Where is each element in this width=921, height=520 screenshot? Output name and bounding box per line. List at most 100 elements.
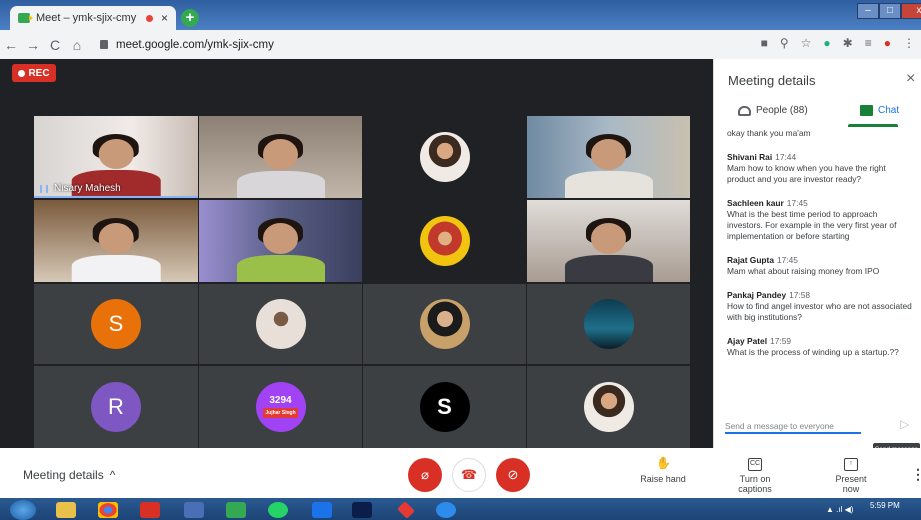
classroom-icon[interactable]	[226, 502, 246, 518]
system-tray[interactable]: ▲ .ıl ◀)	[826, 505, 853, 514]
participant-initial-avatar: R	[91, 382, 141, 432]
participant-tile-video[interactable]	[527, 200, 690, 282]
captions-button[interactable]: CC Turn on captions	[722, 458, 788, 494]
participant-initial-avatar: S	[419, 382, 470, 432]
bookmark-star-icon[interactable]: ☆	[801, 36, 812, 50]
edge-icon[interactable]	[436, 502, 456, 518]
window-close-button[interactable]: x	[901, 3, 921, 19]
hotstar-icon[interactable]	[352, 502, 372, 518]
mic-off-icon: ⌀	[421, 467, 429, 482]
raise-hand-label: Raise hand	[640, 474, 686, 484]
app-f-icon[interactable]	[184, 502, 204, 518]
taskbar-clock[interactable]: 5:59 PM	[870, 501, 900, 510]
chat-message-list[interactable]: okay thank you ma'am Shivani Rai 17:44 Ma…	[727, 128, 913, 398]
badge-number: 3294	[269, 395, 292, 406]
profile-avatar[interactable]: ●	[884, 36, 891, 50]
present-now-button[interactable]: ↑ Present now	[826, 458, 876, 494]
participant-tile-avatar[interactable]: S	[363, 366, 526, 448]
maximize-button[interactable]: □	[879, 3, 901, 19]
active-tab-indicator	[848, 124, 898, 127]
participant-tile-video[interactable]	[34, 200, 198, 282]
extension-icon[interactable]: ●	[823, 36, 830, 50]
participant-photo	[583, 299, 634, 349]
os-taskbar	[0, 498, 921, 520]
camera-off-icon: ⊘	[507, 467, 519, 482]
puzzle-icon[interactable]: ✱	[843, 36, 853, 50]
chat-message-text: What is the process of winding up a star…	[727, 347, 899, 357]
participant-badge-avatar: 3294 Jujhar Singh	[255, 382, 306, 432]
address-bar: ← → C ⌂ meet.google.com/ymk-sjix-cmy ■ ⚲…	[0, 30, 921, 59]
chat-sender: Pankaj Pandey	[727, 290, 787, 300]
camera-icon[interactable]: ■	[761, 36, 768, 50]
participant-tile-video[interactable]	[199, 200, 362, 282]
zoom-app-icon[interactable]	[312, 502, 332, 518]
hang-up-icon: ☎	[460, 467, 478, 482]
captions-label: Turn on captions	[738, 474, 772, 494]
reload-button[interactable]: C	[44, 37, 66, 53]
rec-dot-icon	[18, 69, 26, 77]
tab-close-button[interactable]: ×	[161, 11, 168, 25]
send-icon[interactable]: ▷	[900, 417, 909, 431]
more-options-button[interactable]: ⋮	[911, 466, 921, 483]
browser-toolbar: ■ ⚲ ☆ ● ✱ ≡ ● ⋮	[761, 36, 915, 50]
panel-close-button[interactable]: ×	[906, 70, 915, 88]
meet-favicon-icon	[18, 13, 33, 23]
participant-photo	[419, 216, 470, 266]
url-text: meet.google.com/ymk-sjix-cmy	[116, 38, 274, 51]
leave-call-button[interactable]: ☎	[452, 458, 486, 492]
participant-tile-avatar[interactable]: S	[34, 284, 198, 364]
playlist-icon[interactable]: ≡	[865, 36, 872, 50]
panel-title: Meeting details	[728, 73, 816, 88]
participant-tile-video[interactable]	[527, 116, 690, 198]
minimize-button[interactable]: –	[857, 3, 879, 19]
present-icon: ↑	[844, 458, 858, 471]
participant-tile-video[interactable]	[199, 116, 362, 198]
participant-tile-photo[interactable]	[527, 284, 690, 364]
url-field[interactable]: meet.google.com/ymk-sjix-cmy	[100, 39, 274, 51]
lock-icon	[100, 40, 108, 49]
participant-photo	[255, 299, 306, 349]
participant-tile-avatar[interactable]: R	[34, 366, 198, 448]
whatsapp-icon[interactable]	[268, 502, 288, 518]
chat-icon	[860, 105, 873, 116]
people-icon	[738, 105, 751, 116]
zoom-icon[interactable]: ⚲	[780, 36, 789, 50]
camera-off-button[interactable]: ⊘	[496, 458, 530, 492]
new-tab-button[interactable]: +	[181, 9, 199, 27]
participant-tile-photo[interactable]	[527, 366, 690, 448]
participant-tile-photo[interactable]	[363, 284, 526, 364]
chat-sender: Shivani Rai	[727, 152, 773, 162]
rec-badge: REC	[12, 64, 56, 82]
raise-hand-button[interactable]: ✋ Raise hand	[640, 457, 686, 484]
chat-sender: Ajay Patel	[727, 336, 768, 346]
speaker-name-label: Nisary Mahesh	[40, 183, 121, 194]
mic-off-button[interactable]: ⌀	[408, 458, 442, 492]
meeting-details-label: Meeting details	[23, 468, 104, 482]
chat-time: 17:45	[786, 198, 808, 208]
chat-message: Ajay Patel 17:59 What is the process of w…	[727, 336, 913, 358]
tab-people[interactable]: People (88)	[738, 105, 808, 116]
participant-tile-avatar[interactable]: 3294 Jujhar Singh	[199, 366, 362, 448]
meeting-details-button[interactable]: Meeting details ^	[23, 468, 115, 482]
participant-tile-photo[interactable]	[363, 200, 526, 282]
chrome-icon[interactable]	[98, 502, 118, 518]
chat-time: 17:58	[789, 290, 811, 300]
chat-message: Shivani Rai 17:44 Mam how to know when yo…	[727, 152, 913, 185]
back-button[interactable]: ←	[0, 37, 22, 53]
browser-tab[interactable]: Meet – ymk-sjix-cmy ×	[10, 6, 176, 30]
participant-tile-photo[interactable]	[363, 116, 526, 198]
audio-level-icon	[40, 184, 48, 193]
home-button[interactable]: ⌂	[66, 37, 88, 53]
tab-chat[interactable]: Chat	[860, 105, 899, 116]
browser-menu-icon[interactable]: ⋮	[903, 36, 915, 50]
window-controls: – □ x	[857, 3, 921, 21]
chat-time: 17:45	[777, 255, 798, 265]
participant-tile-photo[interactable]	[199, 284, 362, 364]
gmail-icon[interactable]	[140, 502, 160, 518]
file-explorer-icon[interactable]	[56, 502, 76, 518]
recording-dot-icon	[145, 14, 153, 22]
forward-button[interactable]: →	[22, 37, 44, 53]
chat-compose-input[interactable]: Send a message to everyone	[725, 418, 861, 434]
start-button[interactable]	[10, 500, 36, 520]
chat-message: Rajat Gupta 17:45 Mam what about raising …	[727, 255, 913, 277]
